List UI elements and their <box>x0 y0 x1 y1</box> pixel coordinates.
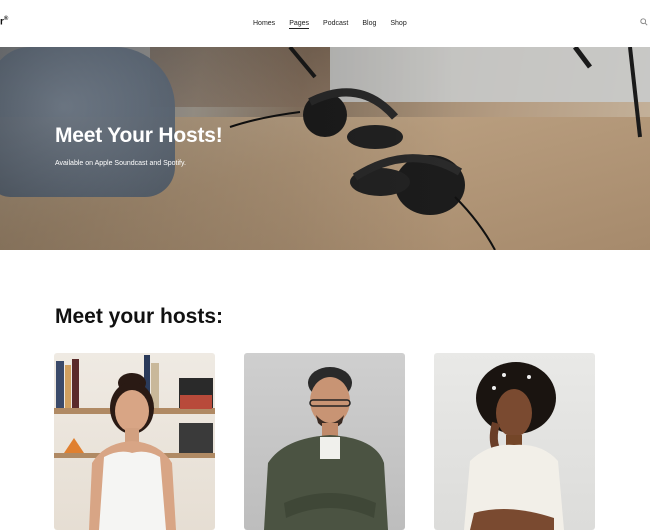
nav-item-pages[interactable]: Pages <box>289 19 310 29</box>
host-card[interactable] <box>54 353 215 530</box>
site-header: r® Homes Pages Podcast Blog Shop <box>0 0 650 47</box>
hero-title: Meet Your Hosts! <box>55 124 223 147</box>
host-card[interactable] <box>244 353 405 530</box>
logo-mark: ® <box>3 16 9 22</box>
nav-item-blog[interactable]: Blog <box>362 19 376 29</box>
nav-item-podcast[interactable]: Podcast <box>323 19 348 29</box>
hero-subtitle: Available on Apple Soundcast and Spotify… <box>55 160 186 167</box>
host-photo-woman-curly-hair <box>464 362 564 530</box>
search-icon[interactable] <box>640 18 648 26</box>
nav-item-homes[interactable]: Homes <box>253 19 275 29</box>
section-title: Meet your hosts: <box>55 305 224 328</box>
hero-banner: Meet Your Hosts! Available on Apple Soun… <box>0 47 650 250</box>
host-photo-man-glasses <box>264 367 388 530</box>
hero-shade <box>0 47 650 250</box>
main-nav: Homes Pages Podcast Blog Shop <box>253 19 421 29</box>
host-card[interactable] <box>434 353 595 530</box>
site-logo[interactable]: r® <box>0 16 8 27</box>
host-photo-woman-bookshelf <box>54 355 215 530</box>
nav-item-shop[interactable]: Shop <box>390 19 406 29</box>
